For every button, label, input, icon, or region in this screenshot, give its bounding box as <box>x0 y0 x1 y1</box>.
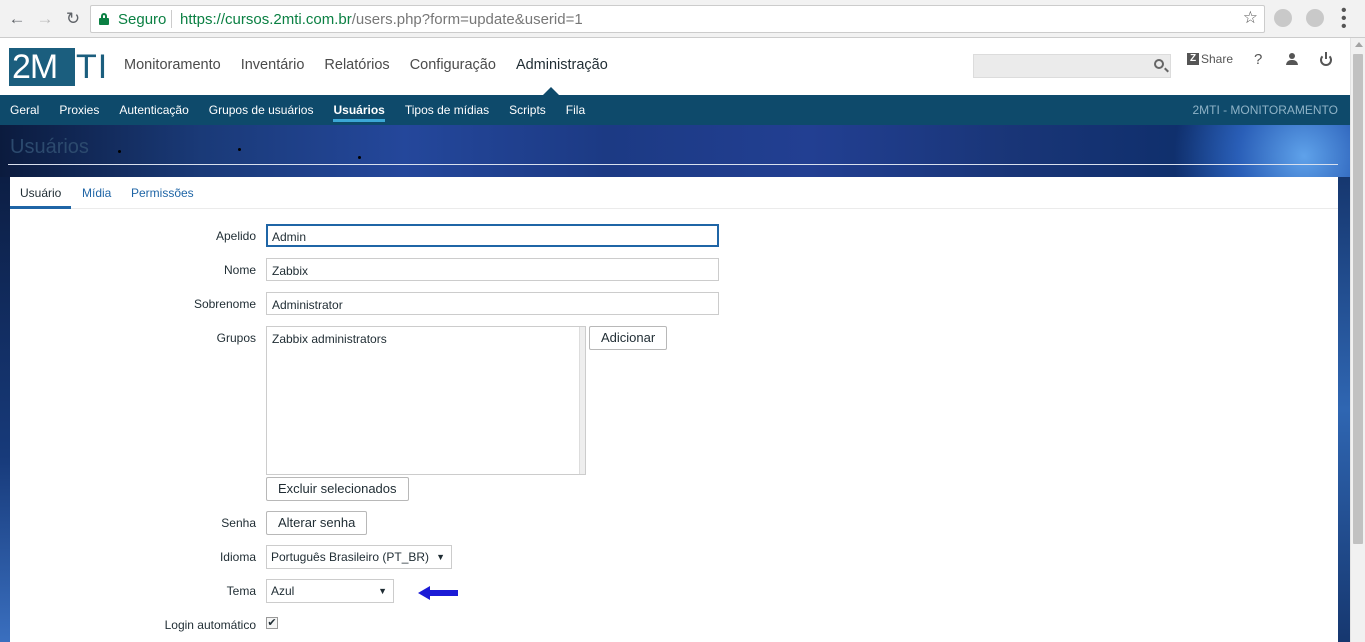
tab-usuario[interactable]: Usuário <box>20 186 61 200</box>
search-input[interactable] <box>973 54 1171 78</box>
language-value: Português Brasileiro (PT_BR) <box>271 550 430 564</box>
user-form-card: Usuário Mídia Permissões Apelido Admin N… <box>10 177 1338 642</box>
secure-label: Seguro <box>118 11 167 28</box>
reload-icon[interactable]: ↻ <box>63 9 83 29</box>
scrollbar-thumb[interactable] <box>1353 54 1363 544</box>
annotation-arrow-icon <box>418 586 460 600</box>
language-label: Idioma <box>219 550 256 564</box>
search-icon[interactable] <box>1154 59 1164 69</box>
lock-icon <box>99 13 109 25</box>
autologin-checkbox[interactable]: ✔ <box>266 617 278 629</box>
active-menu-caret <box>543 87 559 95</box>
submenu-tipos-de-midias[interactable]: Tipos de mídias <box>395 95 499 125</box>
add-group-button[interactable]: Adicionar <box>589 326 668 350</box>
menu-relatorios[interactable]: Relatórios <box>324 57 389 73</box>
autologin-label: Login automático <box>164 618 256 632</box>
alias-label: Apelido <box>215 229 256 243</box>
background-decoration <box>1338 177 1350 642</box>
form-tabs: Usuário Mídia Permissões <box>10 177 1338 209</box>
menu-monitoramento[interactable]: Monitoramento <box>124 57 221 73</box>
divider <box>171 10 172 28</box>
page-banner: Usuários <box>0 125 1350 177</box>
name-label: Nome <box>223 263 256 277</box>
url-host: https://cursos.2mti.com.br <box>180 11 352 28</box>
logo-box: 2M <box>9 48 75 86</box>
logo[interactable]: 2M TI <box>9 48 107 86</box>
share-button[interactable]: Z Share <box>1187 52 1233 66</box>
share-label: Share <box>1201 52 1234 66</box>
address-bar[interactable]: Seguro https://cursos.2mti.com.br/users.… <box>90 5 1265 33</box>
submenu-usuarios[interactable]: Usuários <box>323 95 394 125</box>
forward-icon[interactable]: → <box>35 9 55 29</box>
sub-menu: Geral Proxies Autenticação Grupos de usu… <box>0 95 1350 125</box>
browser-toolbar: ← → ↻ Seguro https://cursos.2mti.com.br/… <box>0 0 1365 38</box>
url-path: /users.php?form=update&userid=1 <box>351 11 583 28</box>
alias-field[interactable]: Admin <box>266 224 719 247</box>
help-icon[interactable]: ? <box>1254 51 1262 68</box>
tab-midia[interactable]: Mídia <box>82 186 111 200</box>
theme-select[interactable]: Azul ▼ <box>266 579 394 603</box>
bookmark-star-icon[interactable]: ☆ <box>1243 8 1258 28</box>
page-title: Usuários <box>10 136 89 158</box>
scroll-up-icon[interactable] <box>1355 42 1363 47</box>
list-item[interactable]: Zabbix administrators <box>272 332 580 346</box>
title-divider <box>8 164 1338 165</box>
banner-glow <box>1120 125 1350 177</box>
back-icon[interactable]: ← <box>7 9 27 29</box>
submenu-autenticacao[interactable]: Autenticação <box>109 95 198 125</box>
tab-permissoes[interactable]: Permissões <box>131 186 194 200</box>
chevron-down-icon: ▼ <box>436 552 445 562</box>
listbox-scrollbar[interactable] <box>579 327 585 474</box>
surname-label: Sobrenome <box>193 297 256 311</box>
change-password-button[interactable]: Alterar senha <box>266 511 368 535</box>
submenu-proxies[interactable]: Proxies <box>49 95 109 125</box>
groups-label: Grupos <box>216 331 256 345</box>
theme-label: Tema <box>226 584 256 598</box>
drive-extension-icon[interactable] <box>1274 9 1292 27</box>
browser-menu-icon[interactable]: • • • <box>1341 3 1347 35</box>
url-text: https://cursos.2mti.com.br/users.php?for… <box>180 11 583 28</box>
menu-administracao[interactable]: Administração <box>516 57 608 73</box>
surname-field[interactable]: Administrator <box>266 292 719 315</box>
banner-decoration <box>118 150 121 153</box>
language-select[interactable]: Português Brasileiro (PT_BR) ▼ <box>266 545 452 569</box>
logout-icon[interactable] <box>1320 52 1332 66</box>
password-label: Senha <box>221 516 256 530</box>
banner-decoration <box>238 148 241 151</box>
share-icon: Z <box>1187 53 1199 65</box>
menu-configuracao[interactable]: Configuração <box>410 57 496 73</box>
app-header: 2M TI Monitoramento Inventário Relatório… <box>0 38 1350 95</box>
skype-extension-icon[interactable] <box>1306 9 1324 27</box>
menu-inventario[interactable]: Inventário <box>241 57 305 73</box>
submenu-fila[interactable]: Fila <box>556 95 595 125</box>
background-decoration <box>0 177 10 642</box>
remove-selected-button[interactable]: Excluir selecionados <box>266 477 409 501</box>
main-menu: Monitoramento Inventário Relatórios Conf… <box>114 57 618 73</box>
chevron-down-icon: ▼ <box>378 586 387 596</box>
theme-value: Azul <box>271 584 295 598</box>
banner-decoration <box>358 156 361 159</box>
groups-listbox[interactable]: Zabbix administrators <box>266 326 586 475</box>
user-profile-icon[interactable] <box>1286 53 1298 65</box>
brand-label: 2MTI - MONITORAMENTO <box>1192 103 1338 117</box>
submenu-scripts[interactable]: Scripts <box>499 95 556 125</box>
submenu-geral[interactable]: Geral <box>0 95 49 125</box>
active-tab-indicator <box>10 206 71 209</box>
logo-ti: TI <box>76 48 109 86</box>
submenu-grupos-de-usuarios[interactable]: Grupos de usuários <box>199 95 324 125</box>
page-scrollbar[interactable] <box>1350 38 1365 642</box>
name-field[interactable]: Zabbix <box>266 258 719 281</box>
